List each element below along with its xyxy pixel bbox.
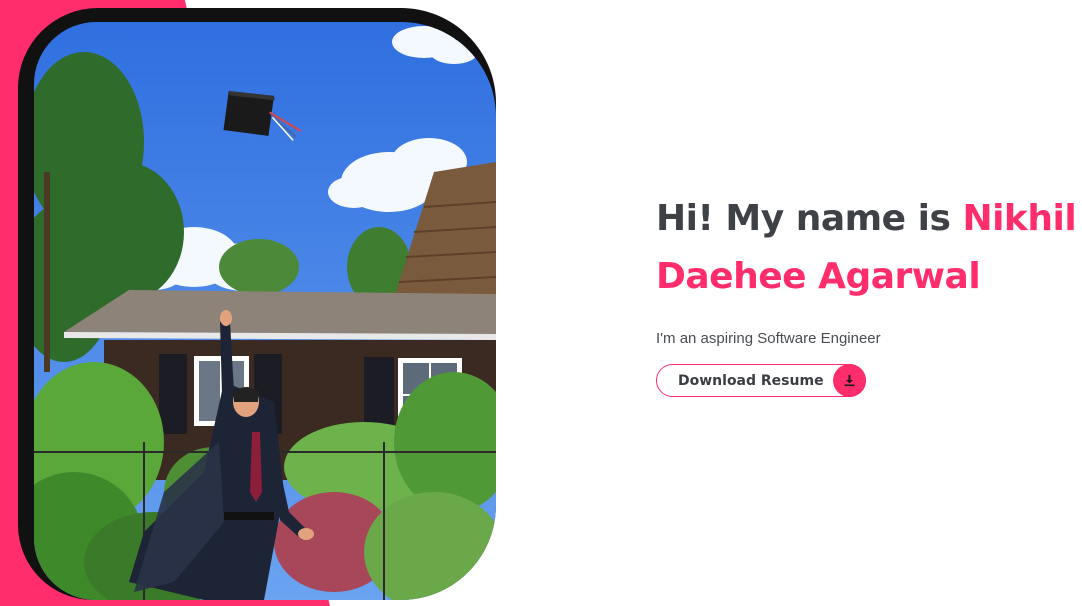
- page: Hi! My name is Nikhil Daehee Agarwal I'm …: [0, 0, 1082, 606]
- last-name: Daehee Agarwal: [656, 256, 981, 297]
- profile-photo: [34, 22, 496, 600]
- hero-subtitle: I'm an aspiring Software Engineer: [656, 330, 881, 347]
- greeting-text: Hi! My name is: [656, 198, 963, 239]
- profile-photo-illustration: [34, 22, 496, 600]
- download-icon-glyph: [844, 375, 855, 387]
- download-resume-button[interactable]: Download Resume: [656, 364, 866, 397]
- hero-headline: Hi! My name is Nikhil Daehee Agarwal: [656, 190, 1077, 306]
- hero-text: Hi! My name is Nikhil Daehee Agarwal I'm …: [656, 190, 1077, 397]
- first-name: Nikhil: [962, 198, 1077, 239]
- download-icon[interactable]: [833, 364, 866, 397]
- download-resume-label: Download Resume: [678, 372, 824, 389]
